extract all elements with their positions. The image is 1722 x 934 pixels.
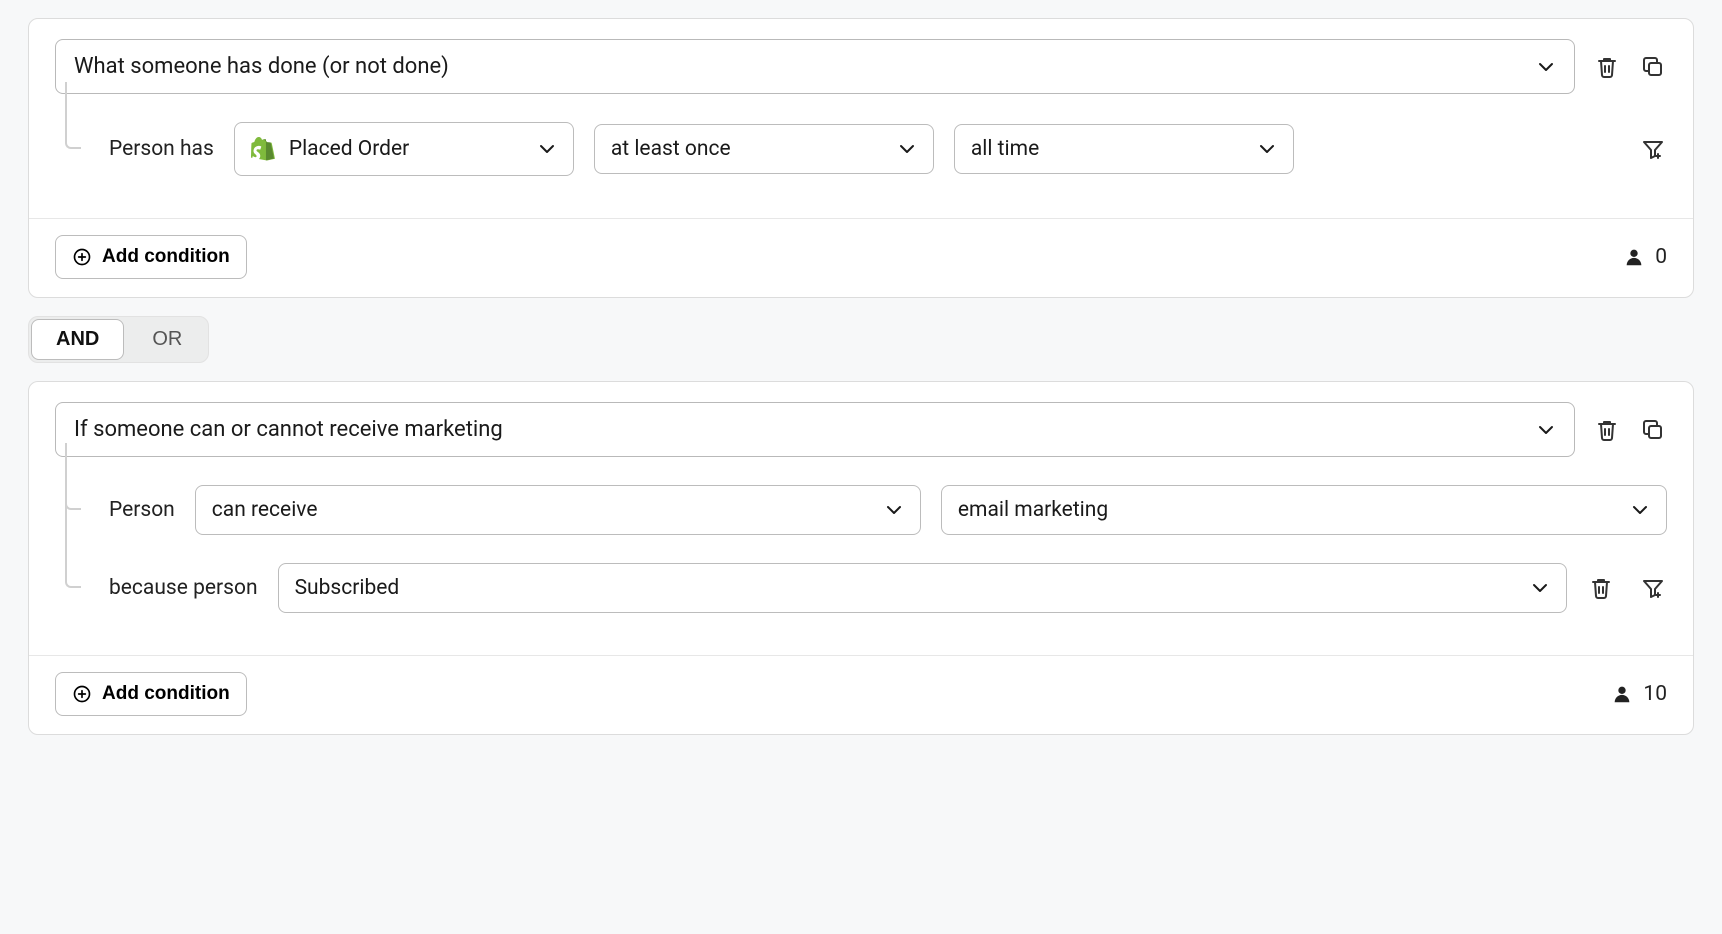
member-count-value: 0: [1655, 245, 1667, 269]
filter-plus-icon: [1641, 576, 1665, 600]
logic-or-button[interactable]: OR: [126, 317, 208, 362]
trash-icon: [1589, 576, 1613, 600]
delete-block-button[interactable]: [1593, 53, 1621, 81]
reason-label: Subscribed: [295, 576, 400, 600]
filter-plus-icon: [1641, 137, 1665, 161]
chevron-down-icon: [884, 500, 904, 520]
chevron-down-icon: [1536, 57, 1556, 77]
logic-toggle: AND OR: [28, 316, 209, 363]
metric-select[interactable]: Placed Order: [234, 122, 574, 176]
duplicate-block-button[interactable]: [1639, 416, 1667, 444]
chevron-down-icon: [537, 139, 557, 159]
member-count: 10: [1611, 682, 1667, 706]
add-condition-label: Add condition: [102, 683, 230, 705]
timeframe-label: all time: [971, 137, 1039, 161]
condition-type-select[interactable]: What someone has done (or not done): [55, 39, 1575, 94]
plus-circle-icon: [72, 247, 92, 267]
condition-type-select[interactable]: If someone can or cannot receive marketi…: [55, 402, 1575, 457]
metric-label: Placed Order: [289, 137, 409, 161]
chevron-down-icon: [1257, 139, 1277, 159]
condition-type-label: What someone has done (or not done): [74, 54, 449, 79]
row-prefix-label: Person: [109, 498, 175, 522]
condition-block-1: What someone has done (or not done) Pers…: [28, 18, 1694, 298]
consent-verb-label: can receive: [212, 498, 318, 522]
plus-circle-icon: [72, 684, 92, 704]
member-count-value: 10: [1643, 682, 1667, 706]
add-condition-label: Add condition: [102, 246, 230, 268]
copy-icon: [1641, 55, 1665, 79]
timeframe-select[interactable]: all time: [954, 124, 1294, 174]
logic-and-label: AND: [56, 328, 99, 350]
delete-block-button[interactable]: [1593, 416, 1621, 444]
channel-select[interactable]: email marketing: [941, 485, 1667, 535]
add-condition-button[interactable]: Add condition: [55, 672, 247, 716]
add-condition-button[interactable]: Add condition: [55, 235, 247, 279]
chevron-down-icon: [1630, 500, 1650, 520]
frequency-label: at least once: [611, 137, 731, 161]
consent-verb-select[interactable]: can receive: [195, 485, 921, 535]
row-prefix-label: because person: [109, 576, 258, 600]
reason-select[interactable]: Subscribed: [278, 563, 1567, 613]
chevron-down-icon: [897, 139, 917, 159]
condition-row: because person Subscribed: [65, 563, 1667, 641]
logic-and-button[interactable]: AND: [31, 319, 124, 360]
duplicate-block-button[interactable]: [1639, 53, 1667, 81]
add-filter-button[interactable]: [1639, 135, 1667, 163]
condition-row: Person can receive email marketing: [65, 457, 1667, 563]
chevron-down-icon: [1530, 578, 1550, 598]
channel-label: email marketing: [958, 498, 1108, 522]
frequency-select[interactable]: at least once: [594, 124, 934, 174]
trash-icon: [1595, 418, 1619, 442]
row-prefix-label: Person has: [109, 137, 214, 161]
copy-icon: [1641, 418, 1665, 442]
member-count: 0: [1623, 245, 1667, 269]
trash-icon: [1595, 55, 1619, 79]
logic-or-label: OR: [152, 328, 182, 350]
shopify-icon: [251, 135, 275, 163]
condition-row: Person has Placed Order at least once al…: [65, 94, 1667, 204]
person-icon: [1611, 683, 1633, 705]
condition-type-label: If someone can or cannot receive marketi…: [74, 417, 503, 442]
condition-block-2: If someone can or cannot receive marketi…: [28, 381, 1694, 735]
delete-row-button[interactable]: [1587, 574, 1615, 602]
person-icon: [1623, 246, 1645, 268]
add-filter-button[interactable]: [1639, 574, 1667, 602]
chevron-down-icon: [1536, 420, 1556, 440]
